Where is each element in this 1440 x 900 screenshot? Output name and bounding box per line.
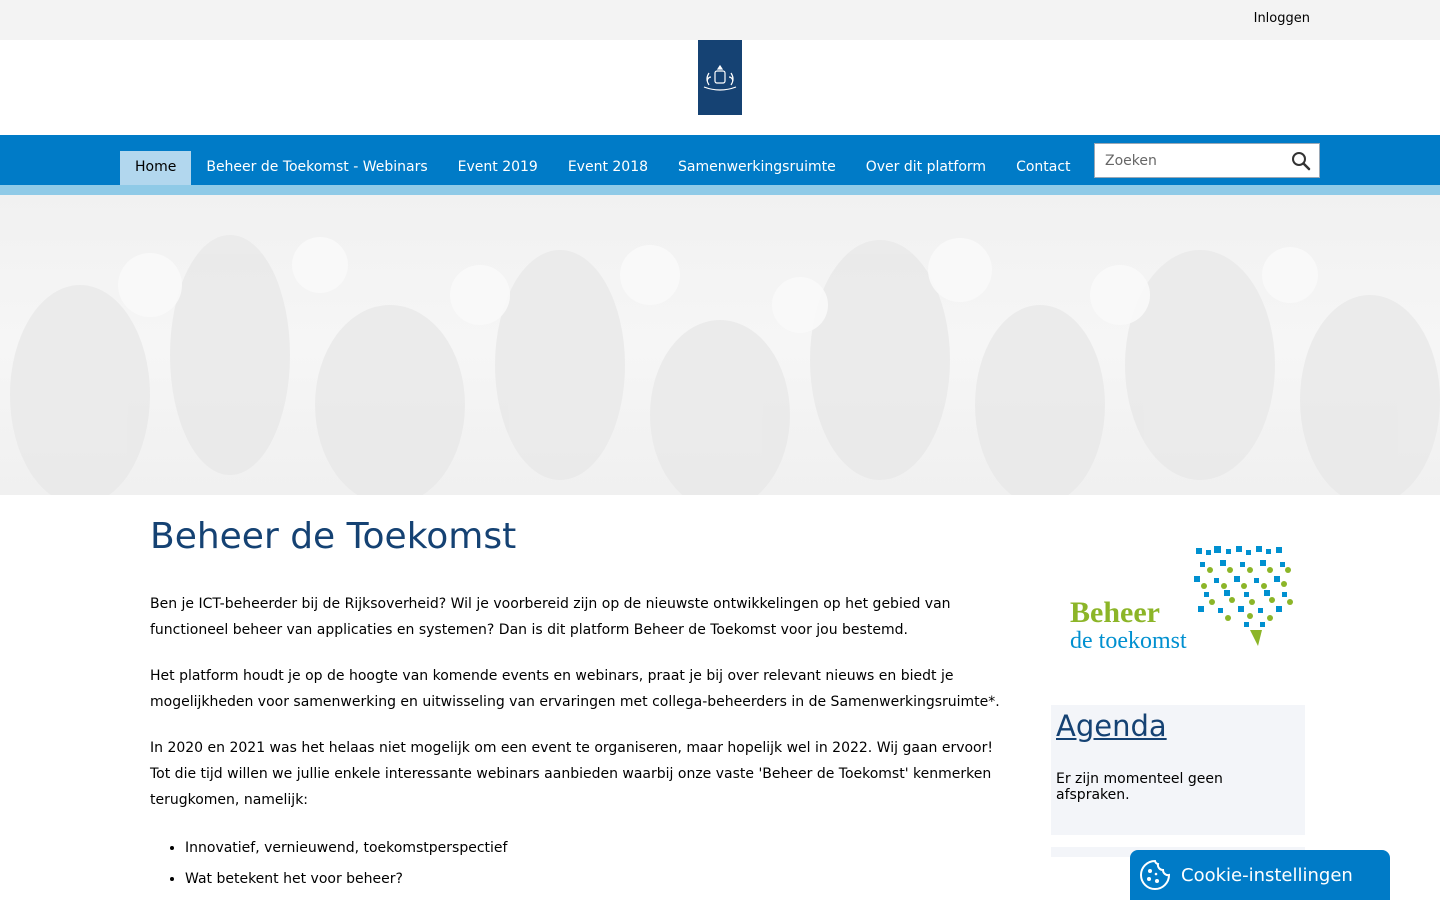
nav-item-over-dit-platform[interactable]: Over dit platform <box>851 151 1001 185</box>
platform-paragraph: Het platform houdt je op de hoogte van k… <box>150 668 1000 710</box>
logo-text-beheer: Beheer <box>1070 596 1160 629</box>
events-paragraph-line2: Tot die tijd willen we jullie enkele int… <box>150 766 992 808</box>
main-content: Beheer de Toekomst Ben je ICT-beheerder … <box>150 516 1010 895</box>
events-paragraph-line1: In 2020 en 2021 was het helaas niet moge… <box>150 740 993 756</box>
hero-image <box>0 195 1440 495</box>
agenda-empty-text: Er zijn momenteel geen afspraken. <box>1056 771 1223 803</box>
list-item: Wat betekent het voor beheer? <box>185 864 1010 895</box>
speech-bubble-icon <box>1194 546 1293 646</box>
nav-items: Home Beheer de Toekomst - Webinars Event… <box>120 151 1086 185</box>
logo-band <box>0 40 1440 135</box>
cookie-settings-label: Cookie-instellingen <box>1181 864 1353 886</box>
login-link[interactable]: Inloggen <box>1254 11 1310 26</box>
agenda-title-link[interactable]: Agenda <box>1056 709 1167 743</box>
nav-strip <box>0 185 1440 195</box>
nav-item-contact[interactable]: Contact <box>1001 151 1085 185</box>
page-title: Beheer de Toekomst <box>150 516 517 557</box>
cookie-icon <box>1139 859 1171 891</box>
search-icon[interactable] <box>1291 151 1311 171</box>
search-input[interactable] <box>1095 144 1285 177</box>
nav-item-webinars[interactable]: Beheer de Toekomst - Webinars <box>191 151 442 185</box>
search-box <box>1094 143 1320 178</box>
intro-paragraph: Ben je ICT-beheerder bij de Rijksoverhei… <box>150 596 951 638</box>
beheer-de-toekomst-logo: Beheer de toekomst <box>1064 540 1296 660</box>
nav-item-samenwerkingsruimte[interactable]: Samenwerkingsruimte <box>663 151 851 185</box>
top-bar: Inloggen <box>0 0 1440 40</box>
nav-item-event-2019[interactable]: Event 2019 <box>443 151 553 185</box>
main-nav: Home Beheer de Toekomst - Webinars Event… <box>0 135 1440 185</box>
list-item: Innovatief, vernieuwend, toekomstperspec… <box>185 833 1010 864</box>
rijksoverheid-coat-of-arms-icon[interactable] <box>698 40 742 115</box>
cookie-settings-button[interactable]: Cookie-instellingen <box>1130 850 1390 900</box>
logo-text-de-toekomst: de toekomst <box>1070 628 1187 654</box>
events-paragraph: In 2020 en 2021 was het helaas niet moge… <box>150 735 1010 813</box>
features-list: Innovatief, vernieuwend, toekomstperspec… <box>150 833 1010 895</box>
nav-item-event-2018[interactable]: Event 2018 <box>553 151 663 185</box>
nav-item-home[interactable]: Home <box>120 151 192 185</box>
agenda-panel: Agenda Er zijn momenteel geen afspraken. <box>1051 705 1305 835</box>
